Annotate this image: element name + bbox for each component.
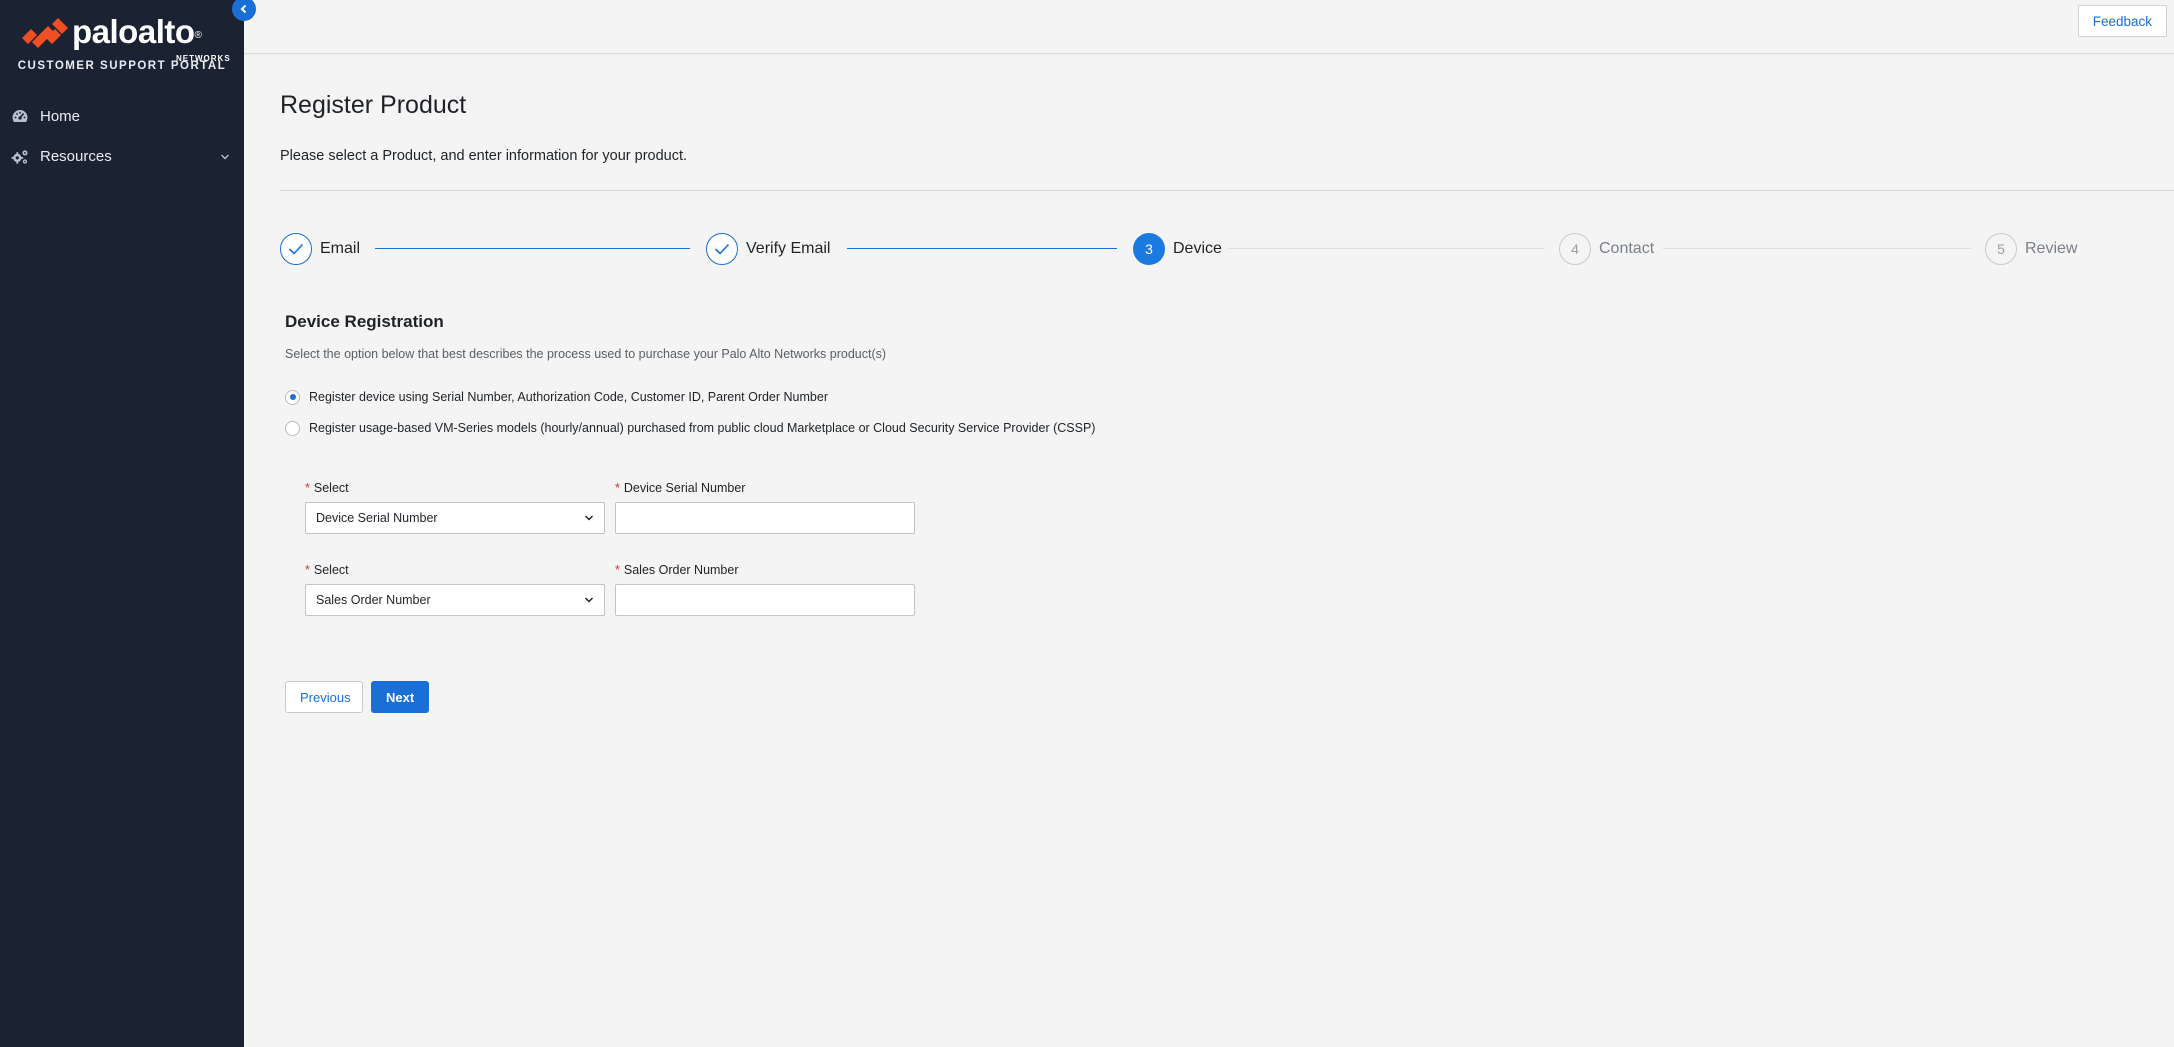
step-connector [1663,248,1971,249]
step-connector [847,248,1117,249]
step-review-circle: 5 [1985,233,2017,265]
input-label-2: * Sales Order Number [615,563,739,577]
required-marker: * [305,563,310,577]
paloalto-logo[interactable]: paloalto® NETWORKS [22,13,230,63]
next-button[interactable]: Next [371,681,429,713]
radio-button-serial[interactable] [285,389,300,405]
logo-registered-mark: ® [194,30,202,41]
select-label-2: * Select [305,563,349,577]
portal-label: CUSTOMER SUPPORT PORTAL [17,60,227,72]
radio-button-vm-series[interactable] [285,420,300,436]
step-connector [1228,248,1544,249]
select-value-1: Device Serial Number [316,511,438,525]
sidebar-item-home[interactable]: Home [0,99,244,135]
logo-wordmark: paloalto® [72,13,202,50]
page-subtitle: Please select a Product, and enter infor… [280,148,688,164]
check-icon [288,243,304,255]
select-value-2: Sales Order Number [316,593,431,607]
chevron-down-icon[interactable] [220,152,230,162]
step-verify-email: Verify Email [706,232,830,266]
sidebar-item-resources[interactable]: Resources [0,139,244,175]
step-email-label: Email [320,240,361,257]
feedback-button[interactable]: Feedback [2077,5,2167,37]
step-email: Email [280,232,360,266]
identifier-type-select-2[interactable]: Sales Order Number [305,584,605,616]
step-connector [375,248,690,249]
sales-order-number-input[interactable] [615,584,915,616]
radio-option-vm-series[interactable]: Register usage-based VM-Series models (h… [285,419,1095,437]
paloalto-logo-mark-icon [22,18,68,48]
section-title: Device Registration [285,312,444,331]
step-verify-email-circle [706,233,738,265]
step-email-circle [280,233,312,265]
previous-button[interactable]: Previous [285,681,363,713]
gears-icon [11,150,28,164]
chevron-down-icon [584,597,594,603]
radio-option-serial[interactable]: Register device using Serial Number, Aut… [285,388,828,406]
header-divider [280,190,2174,191]
sidebar-item-home-label: Home [40,108,81,125]
step-device-label: Device [1173,240,1222,257]
page-title: Register Product [280,91,467,119]
select-label-1: * Select [305,481,349,495]
topbar: Feedback [244,0,2174,54]
sidebar-item-resources-label: Resources [40,148,112,165]
step-contact-circle: 4 [1559,233,1591,265]
sidebar: paloalto® NETWORKS CUSTOMER SUPPORT PORT… [0,0,244,1047]
chevron-down-icon [584,515,594,521]
radio-option-serial-label: Register device using Serial Number, Aut… [309,390,828,404]
required-marker: * [615,563,620,577]
required-marker: * [615,481,620,495]
step-verify-email-label: Verify Email [746,240,831,257]
step-review-label: Review [2025,240,2078,257]
section-description: Select the option below that best descri… [285,347,887,361]
identifier-type-select-1[interactable]: Device Serial Number [305,502,605,534]
check-icon [714,243,730,255]
step-review: 5 Review [1985,232,2077,266]
input-label-1: * Device Serial Number [615,481,746,495]
radio-option-vm-series-label: Register usage-based VM-Series models (h… [309,421,1096,435]
required-marker: * [305,481,310,495]
step-device-circle: 3 [1133,233,1165,265]
chevron-left-icon [240,4,247,14]
step-contact: 4 Contact [1559,232,1654,266]
dashboard-icon [12,110,28,122]
step-device: 3 Device [1133,232,1222,266]
step-contact-label: Contact [1599,240,1655,257]
device-serial-number-input[interactable] [615,502,915,534]
